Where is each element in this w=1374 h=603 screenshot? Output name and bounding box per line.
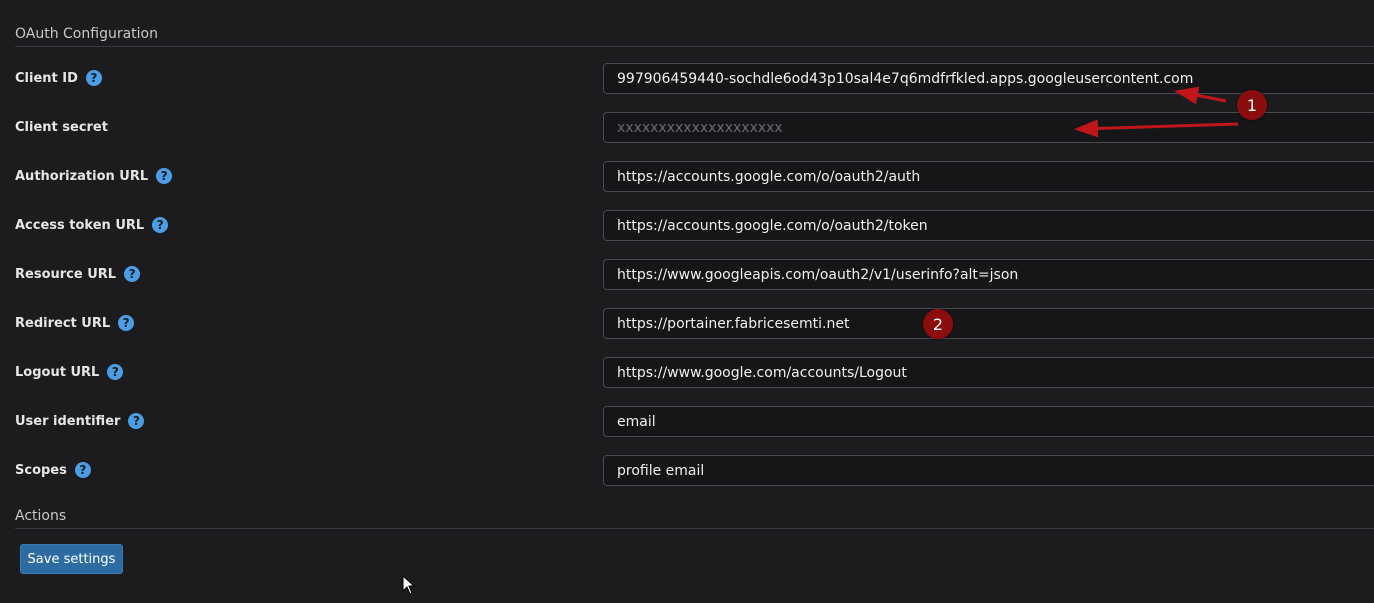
actions-section-title: Actions <box>15 508 67 524</box>
access-token-url-help-icon[interactable]: ? <box>152 217 169 233</box>
section-divider <box>15 46 1374 47</box>
save-settings-button[interactable]: Save settings <box>20 544 123 574</box>
logout-url-label-row: Logout URL ? <box>15 362 124 382</box>
resource-url-help-icon[interactable]: ? <box>124 266 141 282</box>
client-id-label: Client ID <box>15 70 78 86</box>
access-token-url-label-row: Access token URL ? <box>15 215 169 235</box>
logout-url-label: Logout URL <box>15 364 100 380</box>
mouse-cursor-icon <box>402 575 416 595</box>
logout-url-help-icon[interactable]: ? <box>107 364 124 380</box>
user-identifier-label-row: User identifier ? <box>15 411 145 431</box>
user-identifier-help-icon[interactable]: ? <box>128 413 145 429</box>
annotation-badge-2: 2 <box>923 309 953 339</box>
annotation-badge-1: 1 <box>1237 90 1267 120</box>
authorization-url-input[interactable] <box>603 161 1374 192</box>
client-secret-label-row: Client secret <box>15 117 108 137</box>
user-identifier-input[interactable] <box>603 406 1374 437</box>
redirect-url-label-row: Redirect URL ? <box>15 313 135 333</box>
redirect-url-label: Redirect URL <box>15 315 111 331</box>
scopes-input[interactable] <box>603 455 1374 486</box>
access-token-url-label: Access token URL <box>15 217 145 233</box>
scopes-label-row: Scopes ? <box>15 460 91 480</box>
redirect-url-help-icon[interactable]: ? <box>118 315 135 331</box>
resource-url-label-row: Resource URL ? <box>15 264 141 284</box>
scopes-label: Scopes <box>15 462 67 478</box>
resource-url-input[interactable] <box>603 259 1374 290</box>
logout-url-input[interactable] <box>603 357 1374 388</box>
authorization-url-label: Authorization URL <box>15 168 149 184</box>
client-id-input[interactable] <box>603 63 1374 94</box>
redirect-url-input[interactable] <box>603 308 1374 339</box>
scopes-help-icon[interactable]: ? <box>74 462 91 478</box>
user-identifier-label: User identifier <box>15 413 121 429</box>
client-secret-label: Client secret <box>15 119 108 135</box>
client-id-help-icon[interactable]: ? <box>85 70 102 86</box>
access-token-url-input[interactable] <box>603 210 1374 241</box>
oauth-section-title: OAuth Configuration <box>15 26 158 42</box>
authorization-url-help-icon[interactable]: ? <box>156 168 173 184</box>
resource-url-label: Resource URL <box>15 266 117 282</box>
actions-divider <box>15 528 1374 529</box>
client-id-label-row: Client ID ? <box>15 68 102 88</box>
authorization-url-label-row: Authorization URL ? <box>15 166 173 186</box>
